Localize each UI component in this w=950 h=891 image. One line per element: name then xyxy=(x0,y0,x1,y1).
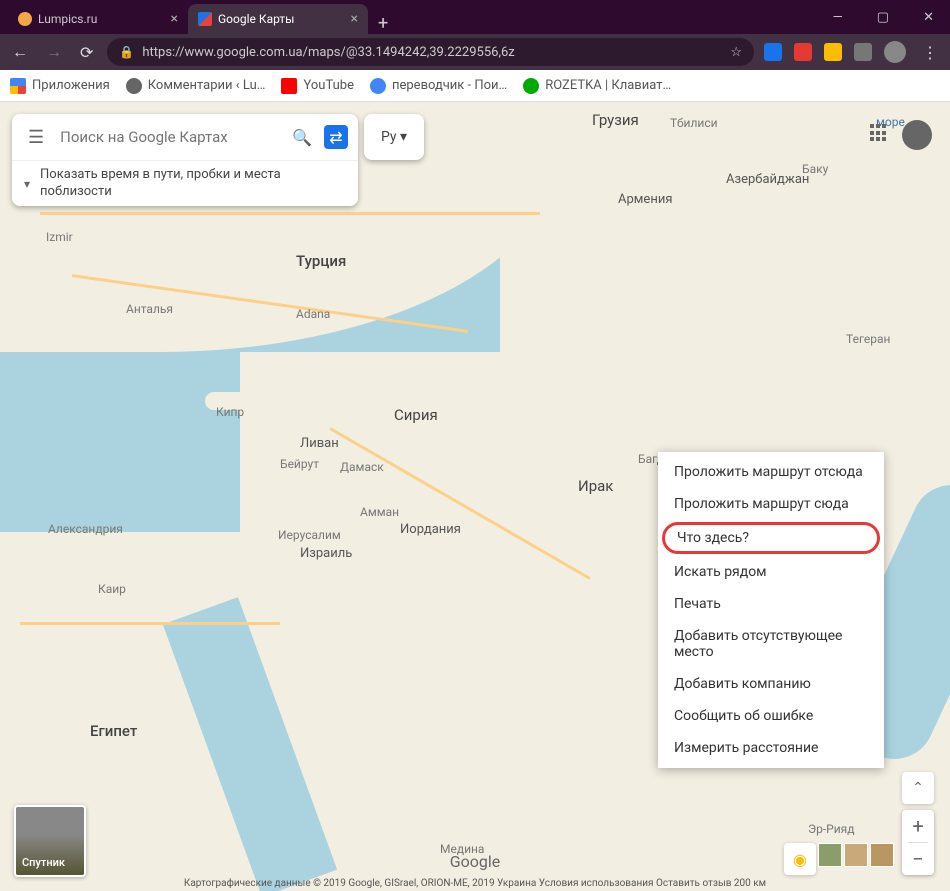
search-info-text: Показать время в пути, пробки и места по… xyxy=(40,167,346,201)
country-label: Израиль xyxy=(300,546,352,561)
hamburger-menu[interactable]: ☰ xyxy=(18,127,54,148)
zoom-in-button[interactable]: + xyxy=(902,810,934,842)
country-label: Турция xyxy=(296,252,346,270)
city-label: Adana xyxy=(296,307,330,321)
city-label: Иерусалим xyxy=(278,528,341,542)
google-logo: Google xyxy=(450,852,501,871)
bookmark-item[interactable]: Комментарии ‹ Lu… xyxy=(126,78,266,94)
city-label: Баку xyxy=(802,162,828,176)
city-label: Каир xyxy=(98,582,126,596)
caret-down-icon: ▾ xyxy=(400,129,407,145)
chevron-down-icon: ▾ xyxy=(24,177,30,191)
tab-title: Lumpics.ru xyxy=(38,12,97,26)
favicon-icon xyxy=(18,12,32,26)
extension-icon[interactable] xyxy=(854,43,872,61)
country-label: Ливан xyxy=(300,436,339,451)
close-icon[interactable]: × xyxy=(171,11,178,27)
reload-button[interactable]: ⟳ xyxy=(76,39,97,66)
expand-button[interactable]: ⌃ xyxy=(902,772,934,804)
favicon-icon xyxy=(126,78,142,94)
new-tab-button[interactable]: + xyxy=(368,13,398,34)
city-label: Александрия xyxy=(48,522,123,536)
ctx-whats-here[interactable]: Что здесь? xyxy=(662,522,880,554)
country-label: Армения xyxy=(618,192,672,207)
ctx-search-nearby[interactable]: Искать рядом xyxy=(658,556,884,588)
city-label: Дамаск xyxy=(340,460,384,474)
youtube-icon xyxy=(281,78,297,94)
ctx-route-to[interactable]: Проложить маршрут сюда xyxy=(658,488,884,520)
search-icon[interactable]: 🔍 xyxy=(284,128,320,147)
search-panel: ☰ 🔍 ⇄ ▾ Показать время в пути, пробки и … xyxy=(12,114,358,206)
back-button[interactable]: ← xyxy=(8,38,32,66)
city-label: Тбилиси xyxy=(670,116,718,130)
ctx-add-place[interactable]: Добавить отсутствующее место xyxy=(658,620,884,668)
city-label: Анталья xyxy=(126,302,173,316)
minimize-button[interactable]: — xyxy=(825,6,851,29)
forward-button: → xyxy=(42,38,66,66)
google-icon xyxy=(370,78,386,94)
ctx-report[interactable]: Сообщить об ошибке xyxy=(658,700,884,732)
country-label: Египет xyxy=(90,722,137,740)
layer-thumb[interactable] xyxy=(818,843,842,867)
google-apps-button[interactable] xyxy=(870,124,888,142)
city-label: Бейрут xyxy=(280,457,319,471)
bookmark-item[interactable]: переводчик - Пои… xyxy=(370,78,507,94)
close-window-button[interactable]: ✕ xyxy=(915,6,942,29)
apps-bookmark[interactable]: Приложения xyxy=(10,78,110,94)
layer-thumb[interactable] xyxy=(870,843,894,867)
context-menu: Проложить маршрут отсюда Проложить маршр… xyxy=(658,452,884,768)
browser-tab-active[interactable]: Google Карты × xyxy=(188,4,368,34)
travel-info-row[interactable]: ▾ Показать время в пути, пробки и места … xyxy=(12,160,358,206)
browser-tab[interactable]: Lumpics.ru × xyxy=(8,4,188,34)
rozetka-icon xyxy=(523,78,539,94)
directions-button[interactable]: ⇄ xyxy=(324,125,348,149)
account-avatar[interactable] xyxy=(902,120,932,150)
address-bar[interactable]: 🔒 https://www.google.com.ua/maps/@33.149… xyxy=(107,38,754,66)
country-label: Иордания xyxy=(400,522,461,537)
zoom-control: + − xyxy=(902,810,934,875)
ctx-add-business[interactable]: Добавить компанию xyxy=(658,668,884,700)
tab-title: Google Карты xyxy=(218,12,294,26)
map-attribution: Картографические данные © 2019 Google, G… xyxy=(184,878,766,889)
close-icon[interactable]: × xyxy=(351,11,358,27)
country-label: Азербайджан xyxy=(726,172,809,187)
extension-icon[interactable] xyxy=(794,43,812,61)
menu-button[interactable]: ⋮ xyxy=(918,39,942,66)
zoom-out-button[interactable]: − xyxy=(902,843,934,875)
country-label: Ирак xyxy=(578,477,613,495)
satellite-toggle[interactable]: Спутник xyxy=(14,805,86,877)
extension-icon[interactable] xyxy=(824,43,842,61)
bookmark-item[interactable]: ROZETKA | Клавиат… xyxy=(523,78,671,94)
satellite-label: Спутник xyxy=(22,856,65,869)
language-selector[interactable]: Ру ▾ xyxy=(364,114,424,160)
country-label: Грузия xyxy=(592,111,639,129)
city-label: Кипр xyxy=(216,405,244,419)
city-label: Амман xyxy=(360,505,399,519)
pegman-icon[interactable]: ◉ xyxy=(784,843,816,875)
ctx-print[interactable]: Печать xyxy=(658,588,884,620)
maximize-button[interactable]: ▢ xyxy=(869,6,897,29)
layer-thumb[interactable] xyxy=(844,843,868,867)
bookmark-item[interactable]: YouTube xyxy=(281,78,354,94)
favicon-icon xyxy=(198,12,212,26)
star-icon[interactable]: ☆ xyxy=(730,45,742,60)
lock-icon: 🔒 xyxy=(119,45,134,59)
ctx-route-from[interactable]: Проложить маршрут отсюда xyxy=(658,456,884,488)
ctx-measure[interactable]: Измерить расстояние xyxy=(658,732,884,764)
city-label: Эр-Рияд xyxy=(808,822,854,836)
city-label: Izmir xyxy=(46,230,73,244)
url-text: https://www.google.com.ua/maps/@33.14942… xyxy=(142,45,514,60)
map-canvas[interactable]: Грузия Армения Турция Сирия Ливан Израил… xyxy=(0,102,950,891)
profile-avatar[interactable] xyxy=(884,41,906,63)
search-input[interactable] xyxy=(54,128,284,146)
extension-icon[interactable] xyxy=(764,43,782,61)
country-label: Сирия xyxy=(394,406,438,424)
apps-icon xyxy=(10,78,26,94)
city-label: Тегеран xyxy=(846,332,890,346)
